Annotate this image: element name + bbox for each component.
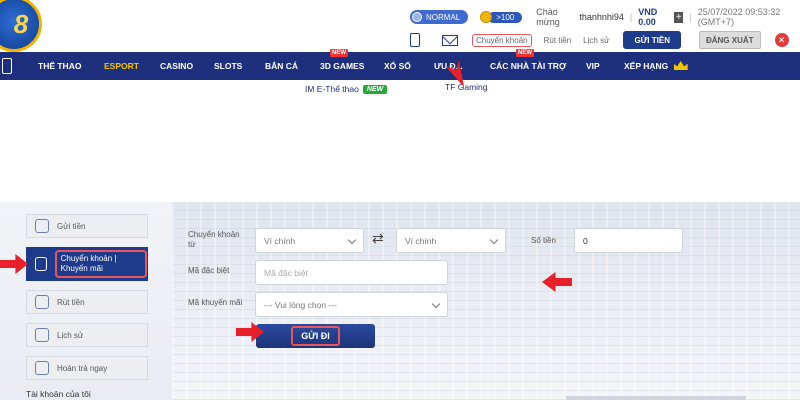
new-badge: NEW — [362, 84, 388, 94]
amount-input[interactable]: 0 — [574, 228, 683, 253]
main-nav: THỂ THAO ESPORT CASINO SLOTS BẮN CÁ 3D G… — [0, 49, 800, 80]
to-wallet-select[interactable]: Ví chính — [396, 228, 506, 253]
nav-item-sponsors-label: CÁC NHÀ TÀI TRỢ — [490, 61, 567, 71]
account-action-row: Chuyển khoản Rút tiền Lịch sử GỬI TIỀN Đ… — [410, 30, 789, 50]
subnav-im-esports[interactable]: IM E-Thể thao NEW — [305, 82, 388, 96]
page: 8 NORMAL >100 Chào mừng thanhnhi94 | VND… — [0, 0, 800, 400]
nav-item-fishing[interactable]: BẮN CÁ — [265, 52, 298, 80]
sidebar-item-rebate[interactable]: Hoàn trả ngay — [26, 356, 148, 380]
chevron-down-icon — [347, 235, 357, 245]
rebate-icon — [35, 361, 49, 375]
special-code-label: Mã đặc biệt — [188, 266, 230, 275]
points-badge[interactable]: >100 — [480, 10, 523, 24]
nav-item-ranking[interactable]: XẾP HẠNG — [624, 52, 688, 80]
welcome-text: Chào mừng — [536, 7, 560, 27]
sidebar-item-history[interactable]: Lịch sử — [26, 323, 148, 347]
swap-icon[interactable]: ⇄ — [372, 230, 384, 247]
mail-icon[interactable] — [442, 34, 458, 46]
from-wallet-value: Ví chính — [264, 235, 296, 246]
sidebar-item-label: Rút tiền — [57, 297, 85, 307]
annotation-arrow-icon — [0, 254, 28, 274]
panel-divider — [566, 396, 746, 400]
nav-item-vip[interactable]: VIP — [586, 52, 600, 80]
submit-button[interactable]: GỬI ĐI — [256, 324, 375, 348]
sidebar-item-label: Hoàn trả ngay — [57, 363, 108, 373]
history-icon — [35, 328, 49, 342]
top-bar: 8 NORMAL >100 Chào mừng thanhnhi94 | VND… — [0, 0, 800, 52]
chevron-down-icon — [489, 235, 499, 245]
to-wallet-value: Ví chính — [405, 235, 437, 246]
promo-code-value: --- Vui lòng chọn --- — [264, 299, 337, 310]
promo-code-label: Mã khuyến mãi — [188, 298, 243, 307]
promo-code-select[interactable]: --- Vui lòng chọn --- — [255, 292, 448, 317]
nav-item-lottery[interactable]: XỔ SỐ — [384, 52, 411, 80]
subnav-tf-gaming[interactable]: TF Gaming — [445, 82, 488, 92]
brand-logo[interactable]: 8 — [0, 0, 42, 52]
sidebar-item-deposit[interactable]: Gửi tiền — [26, 214, 148, 238]
level-dot-icon — [412, 12, 422, 22]
nav-item-sponsors[interactable]: CÁC NHÀ TÀI TRỢ NEW — [490, 49, 567, 80]
subnav-item-label: IM E-Thể thao — [305, 84, 359, 94]
my-account-title: Tài khoản của tôi — [26, 389, 91, 399]
close-icon[interactable]: ✕ — [774, 33, 789, 47]
username: thanhnhi94 — [579, 12, 624, 22]
sidebar-item-label: Gửi tiền — [57, 221, 86, 231]
account-status-row: NORMAL >100 Chào mừng thanhnhi94 | VND 0… — [410, 7, 800, 27]
new-tag: NEW — [330, 49, 348, 57]
deposit-icon — [35, 219, 49, 233]
mobile-device-icon[interactable] — [2, 58, 12, 74]
nav-item-ranking-label: XẾP HẠNG — [624, 61, 669, 71]
nav-item-esport[interactable]: ESPORT — [104, 52, 139, 80]
logo-text: 8 — [13, 8, 29, 39]
from-wallet-select[interactable]: Ví chính — [255, 228, 364, 253]
tablet-icon[interactable] — [410, 33, 420, 47]
nav-item-slots[interactable]: SLOTS — [214, 52, 242, 80]
chevron-down-icon — [431, 299, 441, 309]
withdraw-link[interactable]: Rút tiền — [544, 36, 572, 45]
amount-label: Số tiền — [531, 236, 556, 245]
account-sidebar: Gửi tiền Chuyển khoản | Khuyến mãi Rút t… — [26, 214, 148, 399]
account-panel: Gửi tiền Chuyển khoản | Khuyến mãi Rút t… — [0, 202, 800, 400]
transfer-from-label: Chuyển khoản từ — [188, 230, 240, 249]
sidebar-item-label: Chuyển khoản | Khuyến mãi — [54, 250, 147, 278]
crown-icon — [673, 61, 688, 70]
transfer-icon — [35, 257, 47, 271]
special-code-input[interactable]: Mã đặc biệt — [255, 260, 448, 285]
add-funds-icon[interactable]: + — [674, 11, 684, 23]
balance: VND 0.00 — [638, 7, 658, 27]
divider: | — [689, 12, 692, 22]
logout-button[interactable]: ĐĂNG XUẤT — [698, 31, 761, 49]
nav-item-3d-games[interactable]: 3D GAMES NEW — [320, 49, 365, 80]
deposit-button[interactable]: GỬI TIỀN — [623, 31, 681, 49]
level-badge-label: NORMAL — [426, 12, 461, 22]
new-tag: NEW — [516, 49, 534, 57]
sidebar-item-withdraw[interactable]: Rút tiền — [26, 290, 148, 314]
nav-item-casino[interactable]: CASINO — [160, 52, 193, 80]
points-badge-label: >100 — [488, 11, 523, 23]
sidebar-item-transfer[interactable]: Chuyển khoản | Khuyến mãi — [26, 247, 148, 281]
nav-item-sports[interactable]: THỂ THAO — [38, 52, 81, 80]
sidebar-item-label: Lịch sử — [57, 330, 84, 340]
level-badge[interactable]: NORMAL — [410, 10, 469, 24]
transfer-link[interactable]: Chuyển khoản — [472, 33, 532, 47]
history-link[interactable]: Lịch sử — [583, 36, 609, 45]
withdraw-icon — [35, 295, 49, 309]
divider: | — [629, 12, 633, 22]
datetime: 25/07/2022 09:53:32 (GMT+7) — [697, 7, 781, 27]
nav-item-3d-games-label: 3D GAMES — [320, 61, 365, 71]
submit-button-label: GỬI ĐI — [291, 326, 340, 346]
